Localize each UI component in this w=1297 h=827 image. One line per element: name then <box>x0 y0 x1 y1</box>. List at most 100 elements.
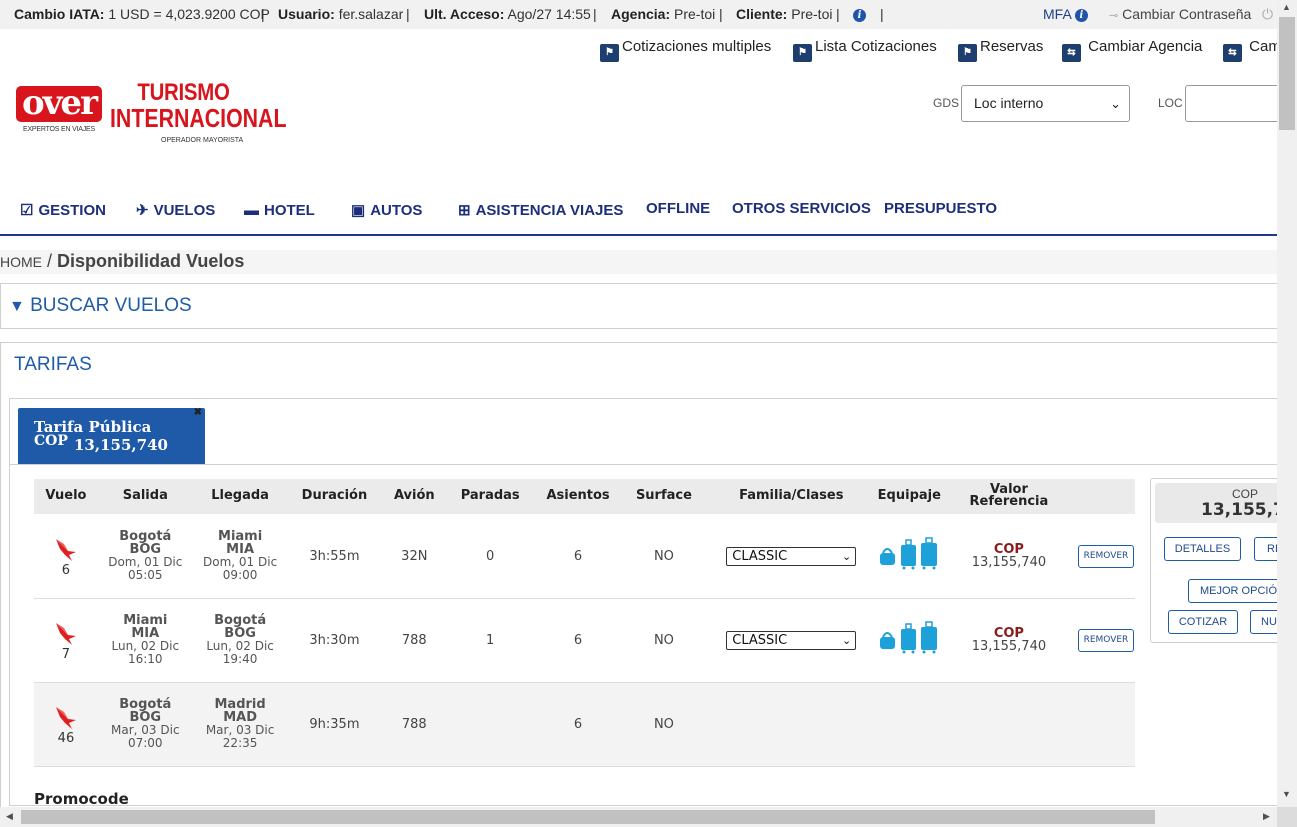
col-avion: Avión <box>381 479 448 514</box>
breadcrumb-home[interactable]: HOME <box>0 254 42 270</box>
nav-presupuesto[interactable]: PRESUPUESTO <box>884 196 997 222</box>
quick-link-reservas[interactable]: ⚑ Reservas <box>958 37 1043 62</box>
family-class-select[interactable]: CLASSIC ⌄ <box>726 546 857 566</box>
horizontal-scrollbar[interactable]: ◀ ▶ <box>0 807 1277 827</box>
mfa-info-icon: i <box>1074 9 1088 22</box>
loc-input[interactable] <box>1185 85 1277 122</box>
tab-divider <box>10 464 1277 465</box>
agency-info: Agencia: Pre-toi <box>611 6 716 22</box>
tab-tarifa-publica[interactable]: Tarifa Pública COP 13,155,740 ✖ <box>18 407 205 464</box>
table-row: 6 Bogotá BOG Dom, 01 Dic 05:05 Miami MIA Dom,… <box>34 513 1135 599</box>
flights-table: Vuelo Salida Llegada Duración Avión Para… <box>34 479 1135 767</box>
col-equipaje: Equipaje <box>877 479 941 514</box>
airline-logo-icon <box>55 622 76 645</box>
scrollbar-corner <box>1277 807 1297 827</box>
key-icon: ⊸ <box>1109 10 1119 22</box>
re-button[interactable]: RE <box>1254 537 1277 561</box>
nav-gestion[interactable]: ☑ GESTION <box>20 198 106 224</box>
flag-icon: ⚑ <box>958 44 977 62</box>
cotizar-button[interactable]: COTIZAR <box>1168 610 1238 634</box>
scroll-right-icon[interactable]: ▶ <box>1263 811 1270 822</box>
medkit-icon: ⊞ <box>458 202 471 219</box>
fare-summary-box: COP 13,155,74 DETALLES RE MEJOR OPCIÓN C… <box>1150 478 1277 643</box>
baggage-icon <box>880 621 938 654</box>
table-row: 7 Miami MIA Lun, 02 Dic 16:10 Bogotá BOG Lun,… <box>34 597 1135 683</box>
family-class-select[interactable]: CLASSIC ⌄ <box>726 630 857 650</box>
col-duracion: Duración <box>287 479 382 514</box>
nav-asistencia-viajes[interactable]: ⊞ ASISTENCIA VIAJES <box>458 198 623 224</box>
page-title: Disponibilidad Vuelos <box>57 251 245 271</box>
change-password-link[interactable]: ⊸ Cambiar Contraseña <box>1109 0 1251 31</box>
tarifas-panel: TARIFAS Tarifa Pública COP 13,155,740 ✖ … <box>0 342 1277 807</box>
expand-arrow-icon: ▼ <box>9 298 25 315</box>
vertical-scroll-thumb[interactable] <box>1279 17 1295 130</box>
table-row: 46 Bogotá BOG Mar, 03 Dic 07:00 Madrid MAD Ma… <box>34 681 1135 767</box>
logo-title-2: INTERNACIONAL <box>110 103 287 133</box>
logo-over-mark: over <box>16 86 102 122</box>
scroll-left-icon[interactable]: ◀ <box>6 811 13 822</box>
nu-button[interactable]: NU <box>1250 610 1277 634</box>
user-info: Usuario: fer.salazar <box>278 6 404 22</box>
breadcrumb: HOME / Disponibilidad Vuelos <box>0 251 245 271</box>
col-llegada: Llegada <box>192 479 288 514</box>
buscar-vuelos-header[interactable]: ▼ BUSCAR VUELOS <box>9 295 192 317</box>
client-info: Cliente: Pre-toi <box>736 6 833 22</box>
airline-logo-icon <box>55 706 76 729</box>
detalles-button[interactable]: DETALLES <box>1164 537 1241 561</box>
col-actions <box>1076 479 1135 514</box>
quick-link-lista-cotizaciones[interactable]: ⚑ Lista Cotizaciones <box>793 37 937 62</box>
col-vuelo: Vuelo <box>34 479 98 514</box>
scroll-down-icon[interactable]: ▼ <box>1282 789 1291 799</box>
baggage-icon <box>880 537 938 570</box>
help-info-icon[interactable]: i <box>853 0 866 29</box>
col-paradas: Paradas <box>447 479 534 514</box>
chevron-down-icon: ⌄ <box>1110 96 1121 111</box>
col-surface: Surface <box>623 479 705 514</box>
swap-icon: ⇆ <box>1223 44 1242 62</box>
remove-button[interactable]: REMOVER <box>1077 544 1135 568</box>
flag-icon: ⚑ <box>600 44 619 62</box>
loc-label: LOC <box>1158 96 1183 110</box>
remove-button[interactable]: REMOVER <box>1077 628 1135 652</box>
table-header-row: Vuelo Salida Llegada Duración Avión Para… <box>34 479 1135 514</box>
logo-tagline: EXPERTOS EN VIAJES <box>22 126 95 133</box>
vertical-scrollbar[interactable]: ▲ ▼ <box>1277 0 1297 807</box>
airline-logo-icon <box>55 538 76 561</box>
swap-icon: ⇆ <box>1062 44 1081 62</box>
col-familia-clases: Familia/Clases <box>704 479 878 514</box>
quick-link-cambiar-agencia[interactable]: ⇆ Cambiar Agencia <box>1062 37 1202 62</box>
viewport: Cambio IATA: 1 USD = 4,023.9200 COP | Us… <box>0 0 1277 807</box>
nav-offline[interactable]: OFFLINE <box>646 196 710 222</box>
col-salida: Salida <box>97 479 193 514</box>
nav-hotel[interactable]: ▬ HOTEL <box>244 198 315 224</box>
close-tab-icon[interactable]: ✖ <box>194 407 202 418</box>
company-logo: over EXPERTOS EN VIAJES TURISMO INTERNAC… <box>16 80 286 148</box>
logout-icon[interactable]: ⏻ <box>1262 0 1273 29</box>
chevron-down-icon: ⌄ <box>842 549 852 563</box>
exchange-rate: Cambio IATA: 1 USD = 4,023.9200 COP <box>14 6 270 22</box>
gds-label: GDS <box>933 96 960 110</box>
buscar-vuelos-panel[interactable]: ▼ BUSCAR VUELOS <box>0 283 1277 329</box>
last-access: Ult. Acceso: Ago/27 14:55 <box>424 6 591 22</box>
promocode-label: Promocode <box>34 790 129 807</box>
top-info-bar: Cambio IATA: 1 USD = 4,023.9200 COP | Us… <box>0 0 1277 29</box>
quick-link-cotizaciones-multiples[interactable]: ⚑ Cotizaciones multiples <box>600 37 771 62</box>
scroll-up-icon[interactable]: ▲ <box>1282 2 1291 12</box>
flag-icon: ⚑ <box>793 44 812 62</box>
plane-icon: ✈ <box>136 202 149 219</box>
horizontal-scroll-thumb[interactable] <box>21 810 1155 824</box>
col-asientos: Asientos <box>533 479 623 514</box>
logo-subtitle: OPERADOR MAYORISTA <box>161 137 244 144</box>
mejor-opcion-button[interactable]: MEJOR OPCIÓN <box>1188 579 1277 603</box>
fare-tabs: Tarifa Pública COP 13,155,740 ✖ Vuelo Sa… <box>9 398 1277 807</box>
nav-autos[interactable]: ▣ AUTOS <box>351 198 422 224</box>
bed-icon: ▬ <box>244 202 259 219</box>
tarifas-header: TARIFAS <box>14 354 92 375</box>
quick-link-truncated[interactable]: ⇆ Cam <box>1223 37 1277 62</box>
car-icon: ▣ <box>351 202 366 219</box>
gds-select[interactable]: Loc interno ⌄ <box>961 85 1130 122</box>
chevron-down-icon: ⌄ <box>842 633 852 647</box>
nav-otros-servicios[interactable]: OTROS SERVICIOS <box>732 196 871 222</box>
mfa-link[interactable]: MFA i <box>1043 0 1088 29</box>
nav-vuelos[interactable]: ✈ VUELOS <box>136 198 215 224</box>
